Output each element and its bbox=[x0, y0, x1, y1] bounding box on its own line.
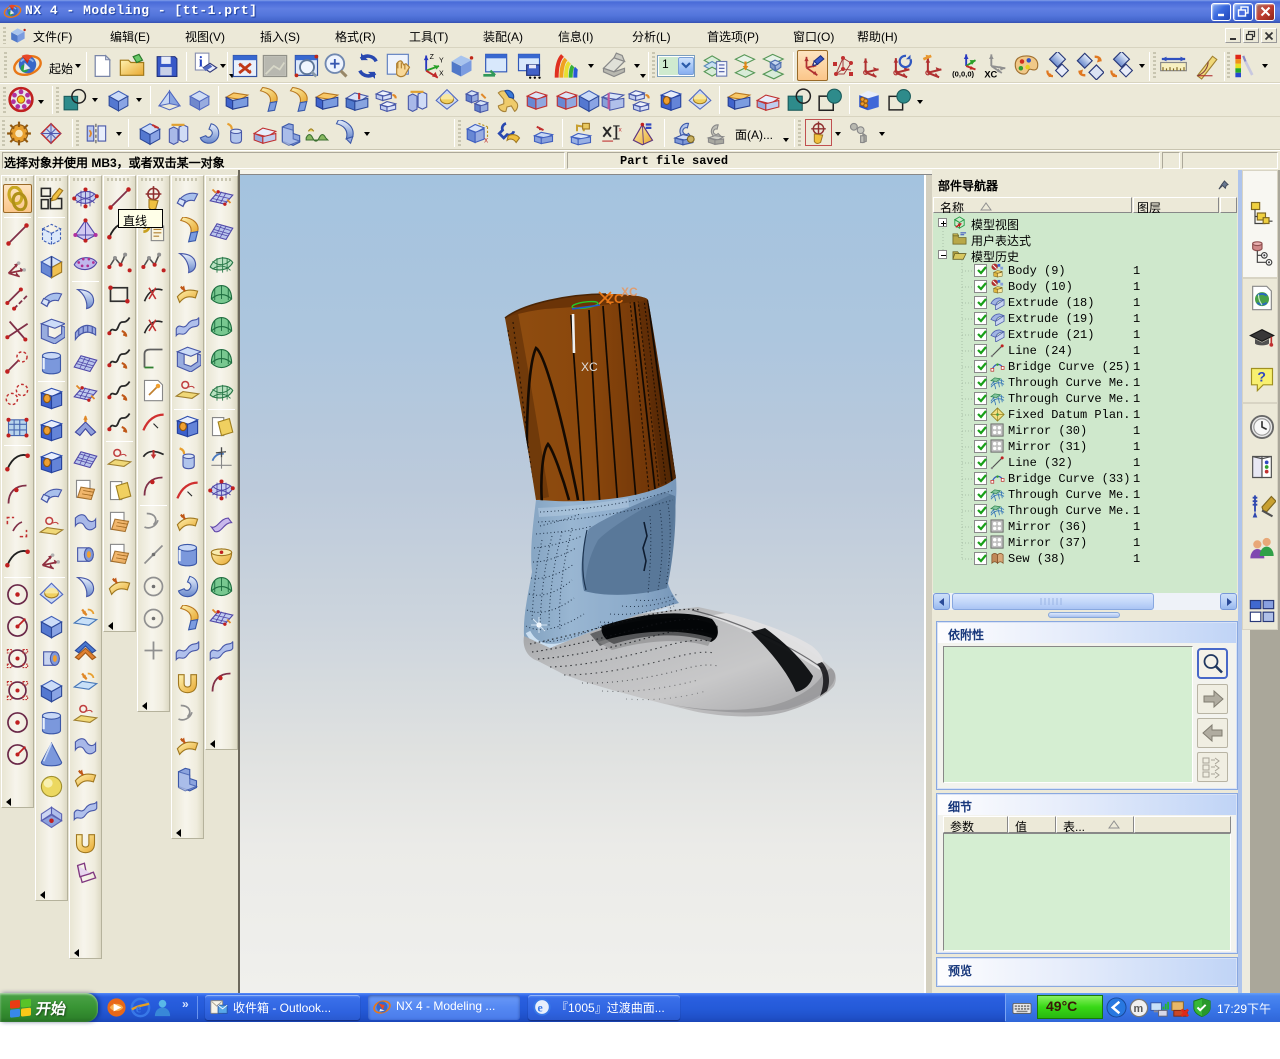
svg-text:XC: XC bbox=[581, 360, 598, 374]
svg-text:XC: XC bbox=[621, 285, 638, 299]
